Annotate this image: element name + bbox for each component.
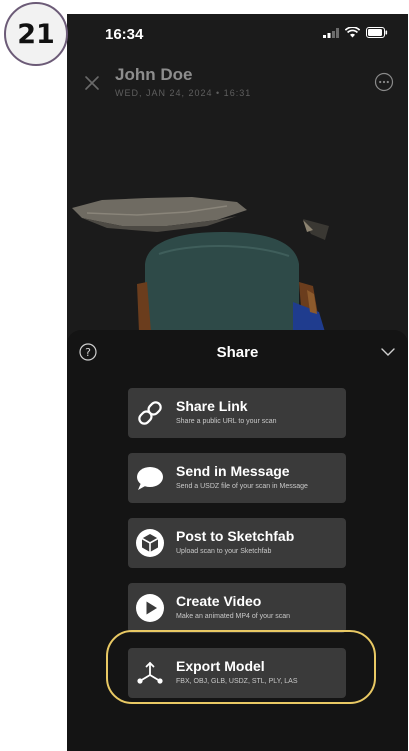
wifi-icon [345,27,360,38]
status-bar: 16:34 [67,14,408,54]
phone-screen: 16:34 John Doe WED, JAN 24, 2024 • 16:31… [67,14,408,751]
more-options-icon[interactable] [374,72,394,92]
status-icons [323,27,388,38]
message-bubble-icon [137,467,163,490]
scan-date: WED, JAN 24, 2024 • 16:31 [115,88,252,98]
scan-title: John Doe [115,65,193,84]
close-icon[interactable] [81,72,103,94]
option-label: Send in Message [176,463,290,479]
post-to-sketchfab-button[interactable]: Post to Sketchfab Upload scan to your Sk… [128,518,346,568]
sketchfab-icon [136,529,164,557]
option-label: Share Link [176,398,248,414]
share-sheet-title: Share [216,344,259,361]
send-in-message-button[interactable]: Send in Message Send a USDZ file of your… [128,453,346,503]
chevron-down-icon[interactable] [380,346,396,358]
option-description: Upload scan to your Sketchfab [176,548,272,555]
option-description: Share a public URL to your scan [176,418,277,425]
option-description: Send a USDZ file of your scan in Message [176,483,308,490]
status-time: 16:34 [105,26,144,43]
option-label: Create Video [176,593,262,609]
option-description: Make an animated MP4 of your scan [176,613,291,620]
battery-icon [366,27,388,38]
export-model-highlight-ring [106,630,376,704]
play-icon [136,594,164,622]
step-number-badge: 21 [4,2,68,66]
link-icon [138,401,162,425]
scan-model-preview[interactable] [67,114,408,344]
option-label: Post to Sketchfab [176,528,295,544]
cellular-signal-icon [323,27,339,38]
scan-header: John Doe WED, JAN 24, 2024 • 16:31 [67,62,408,112]
share-link-button[interactable]: Share Link Share a public URL to your sc… [128,388,346,438]
create-video-button[interactable]: Create Video Make an animated MP4 of you… [128,583,346,633]
